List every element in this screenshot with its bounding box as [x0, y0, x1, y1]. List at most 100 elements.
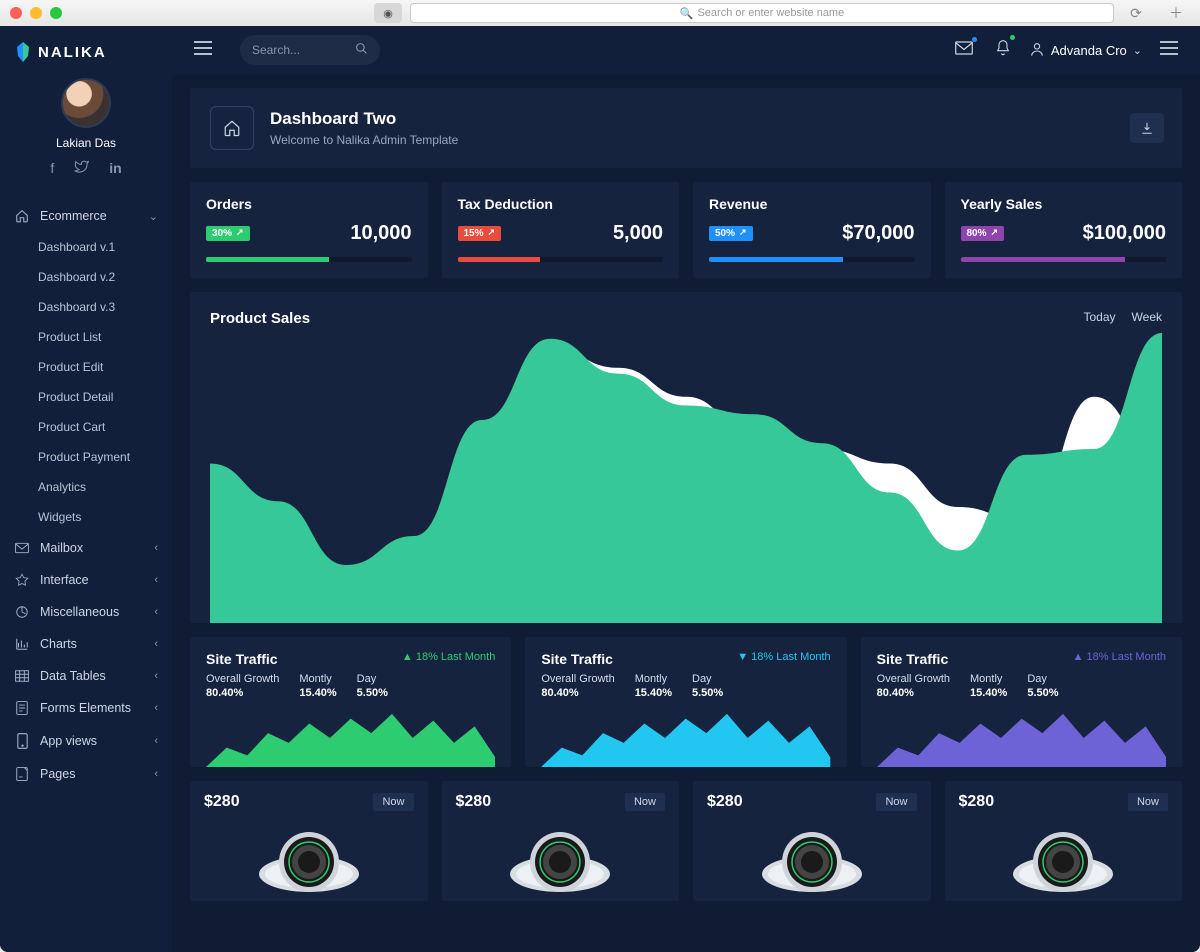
- nav-icon: [14, 637, 30, 651]
- settings-menu-icon[interactable]: [1156, 37, 1182, 64]
- profile-block: Lakian Das f in: [0, 62, 172, 186]
- nav-label: Miscellaneous: [40, 605, 119, 619]
- sidebar-subitem[interactable]: Product Detail: [0, 382, 172, 412]
- search-icon: 🔍: [680, 7, 694, 20]
- metric-value: 80.40%: [206, 687, 279, 699]
- area-chart-canvas: [210, 333, 1162, 623]
- sparkline-chart: [206, 709, 495, 767]
- sidebar-subitem[interactable]: Product Edit: [0, 352, 172, 382]
- traffic-change: ▼ 18% Last Month: [737, 651, 830, 663]
- minimize-window-icon[interactable]: [30, 7, 42, 19]
- nav-label: Data Tables: [40, 669, 106, 683]
- chevron-left-icon: ‹: [154, 606, 158, 618]
- sidebar-item[interactable]: Miscellaneous ‹: [0, 596, 172, 628]
- window-controls: [10, 7, 62, 19]
- sidebar-subitem[interactable]: Dashboard v.1: [0, 232, 172, 262]
- product-image: [707, 819, 917, 899]
- nav-icon: [14, 573, 30, 587]
- facebook-icon[interactable]: f: [50, 160, 54, 176]
- new-tab-icon[interactable]: ＋: [1162, 3, 1190, 23]
- buy-now-button[interactable]: Now: [373, 793, 413, 811]
- user-menu[interactable]: Advanda Cro ⌄: [1029, 41, 1142, 60]
- stat-card: Tax Deduction15% ↗5,000: [442, 182, 680, 278]
- chevron-left-icon: ‹: [154, 702, 158, 714]
- products-row: $280Now$280Now$280Now$280Now: [190, 781, 1182, 901]
- chevron-left-icon: ‹: [154, 638, 158, 650]
- traffic-change: ▲ 18% Last Month: [402, 651, 495, 663]
- notification-dot: [972, 37, 977, 42]
- buy-now-button[interactable]: Now: [876, 793, 916, 811]
- nav-ecommerce[interactable]: Ecommerce ⌄: [0, 200, 172, 232]
- buy-now-button[interactable]: Now: [625, 793, 665, 811]
- metric-label: Overall Growth: [541, 673, 614, 685]
- chevron-left-icon: ‹: [154, 670, 158, 682]
- mail-icon[interactable]: [951, 37, 977, 64]
- stat-value: $70,000: [842, 222, 914, 245]
- product-price: $280: [707, 793, 743, 811]
- twitter-icon[interactable]: [74, 160, 89, 176]
- stat-change-badge: 15% ↗: [458, 226, 502, 241]
- traffic-card: Site Traffic ▲ 18% Last Month Overall Grow…: [190, 637, 511, 767]
- maximize-window-icon[interactable]: [50, 7, 62, 19]
- sidebar-subitem[interactable]: Dashboard v.3: [0, 292, 172, 322]
- search-input[interactable]: Search...: [240, 35, 380, 65]
- buy-now-button[interactable]: Now: [1128, 793, 1168, 811]
- sidebar-subitem[interactable]: Widgets: [0, 502, 172, 532]
- sidebar-item[interactable]: Forms Elements‹: [0, 692, 172, 724]
- sidebar-item[interactable]: Data Tables ‹: [0, 660, 172, 692]
- sidebar-subitem[interactable]: Product Payment: [0, 442, 172, 472]
- brand-name: NALIKA: [38, 44, 107, 61]
- sidebar-item[interactable]: Pages‹: [0, 758, 172, 790]
- stat-title: Orders: [206, 196, 412, 212]
- stat-card: Orders30% ↗10,000: [190, 182, 428, 278]
- product-card: $280Now: [190, 781, 428, 901]
- sidebar-subitem[interactable]: Analytics: [0, 472, 172, 502]
- menu-toggle-icon[interactable]: [194, 41, 212, 60]
- close-window-icon[interactable]: [10, 7, 22, 19]
- address-placeholder: Search or enter website name: [697, 7, 844, 19]
- traffic-title: Site Traffic: [206, 651, 278, 667]
- nav-label: App views: [40, 734, 97, 748]
- sidebar-subitem[interactable]: Product Cart: [0, 412, 172, 442]
- sidebar-item[interactable]: App views ‹: [0, 724, 172, 758]
- sparkline-chart: [541, 709, 830, 767]
- traffic-card: Site Traffic▲ 18% Last MonthOverall Grow…: [861, 637, 1182, 767]
- tab-week[interactable]: Week: [1132, 310, 1162, 327]
- download-button[interactable]: [1130, 113, 1164, 143]
- search-icon: [355, 42, 368, 58]
- browser-address-bar[interactable]: 🔍 Search or enter website name: [410, 3, 1114, 23]
- profile-name: Lakian Das: [56, 136, 116, 150]
- traffic-row: Site Traffic ▲ 18% Last Month Overall Grow…: [190, 637, 1182, 767]
- shield-icon[interactable]: ◉: [374, 3, 402, 23]
- nav-icon: [14, 733, 30, 749]
- nav-label: Charts: [40, 637, 77, 651]
- progress-bar: [709, 257, 915, 262]
- traffic-change: ▲ 18% Last Month: [1073, 651, 1166, 663]
- metric-value: 80.40%: [877, 687, 950, 699]
- home-icon: [210, 106, 254, 150]
- linkedin-icon[interactable]: in: [109, 160, 121, 176]
- brand-logo[interactable]: NALIKA: [0, 32, 172, 62]
- stat-title: Revenue: [709, 196, 915, 212]
- sidebar-subitem[interactable]: Dashboard v.2: [0, 262, 172, 292]
- tab-today[interactable]: Today: [1084, 310, 1116, 327]
- chevron-left-icon: ‹: [154, 735, 158, 747]
- notification-dot: [1010, 35, 1015, 40]
- metric-label: Montly: [970, 673, 1007, 685]
- sidebar-subitem[interactable]: Product List: [0, 322, 172, 352]
- nav-label: Pages: [40, 767, 75, 781]
- metric-label: Overall Growth: [206, 673, 279, 685]
- stat-card: Revenue50% ↗$70,000: [693, 182, 931, 278]
- sidebar-item[interactable]: Mailbox‹: [0, 532, 172, 564]
- chevron-down-icon: ⌄: [1133, 44, 1142, 57]
- product-price: $280: [456, 793, 492, 811]
- sidebar-item[interactable]: Interface‹: [0, 564, 172, 596]
- user-avatar[interactable]: [61, 78, 111, 128]
- metric-value: 5.50%: [357, 687, 388, 699]
- sidebar-item[interactable]: Charts ‹: [0, 628, 172, 660]
- bell-icon[interactable]: [991, 35, 1015, 66]
- metric-value: 15.40%: [970, 687, 1007, 699]
- traffic-title: Site Traffic: [877, 651, 949, 667]
- reload-icon[interactable]: ⟳: [1122, 3, 1150, 23]
- nav-ecommerce-submenu: Dashboard v.1Dashboard v.2Dashboard v.3P…: [0, 232, 172, 532]
